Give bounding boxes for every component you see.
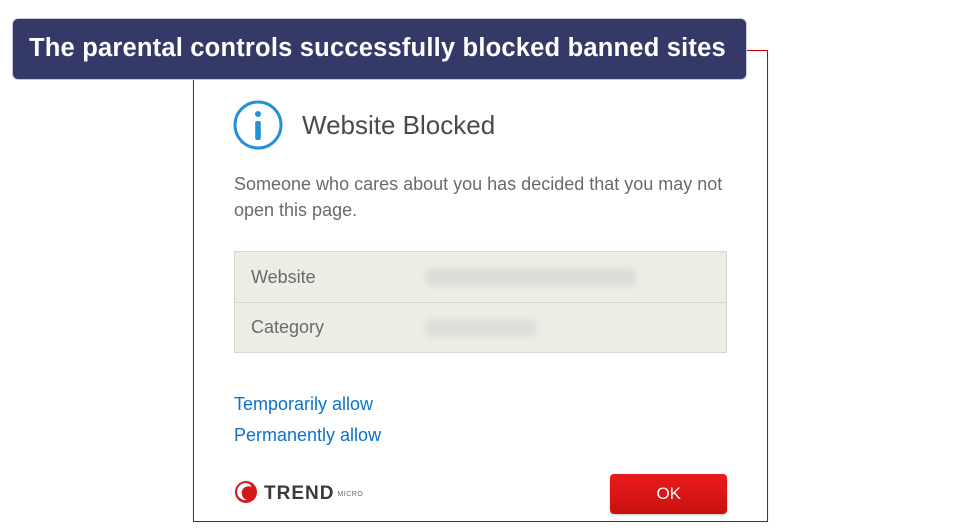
- brand-name: TREND: [264, 483, 334, 505]
- category-label: Category: [251, 317, 426, 338]
- dialog-title: Website Blocked: [302, 110, 495, 141]
- row-category: Category: [235, 302, 726, 352]
- info-icon: [232, 99, 284, 151]
- trend-swirl-icon: [234, 480, 258, 509]
- allow-links: Temporarily allow Permanently allow: [194, 353, 767, 454]
- dialog-message: Someone who cares about you has decided …: [194, 163, 767, 233]
- details-table: Website Category: [234, 251, 727, 353]
- category-value: [426, 319, 710, 337]
- ok-button[interactable]: OK: [610, 474, 727, 514]
- brand-sub: MICRO: [337, 491, 363, 498]
- row-website: Website: [235, 252, 726, 302]
- permanently-allow-link[interactable]: Permanently allow: [234, 420, 727, 451]
- blocked-dialog: Website Blocked Someone who cares about …: [193, 50, 768, 522]
- screenshot-caption: The parental controls successfully block…: [12, 18, 747, 80]
- caption-text: The parental controls successfully block…: [29, 34, 726, 62]
- temporarily-allow-link[interactable]: Temporarily allow: [234, 389, 727, 420]
- website-value: [426, 268, 710, 286]
- redacted-value: [426, 319, 536, 337]
- brand-logo: TREND MICRO: [234, 480, 363, 509]
- website-label: Website: [251, 267, 426, 288]
- dialog-footer: TREND MICRO OK: [194, 454, 767, 514]
- redacted-value: [426, 268, 636, 286]
